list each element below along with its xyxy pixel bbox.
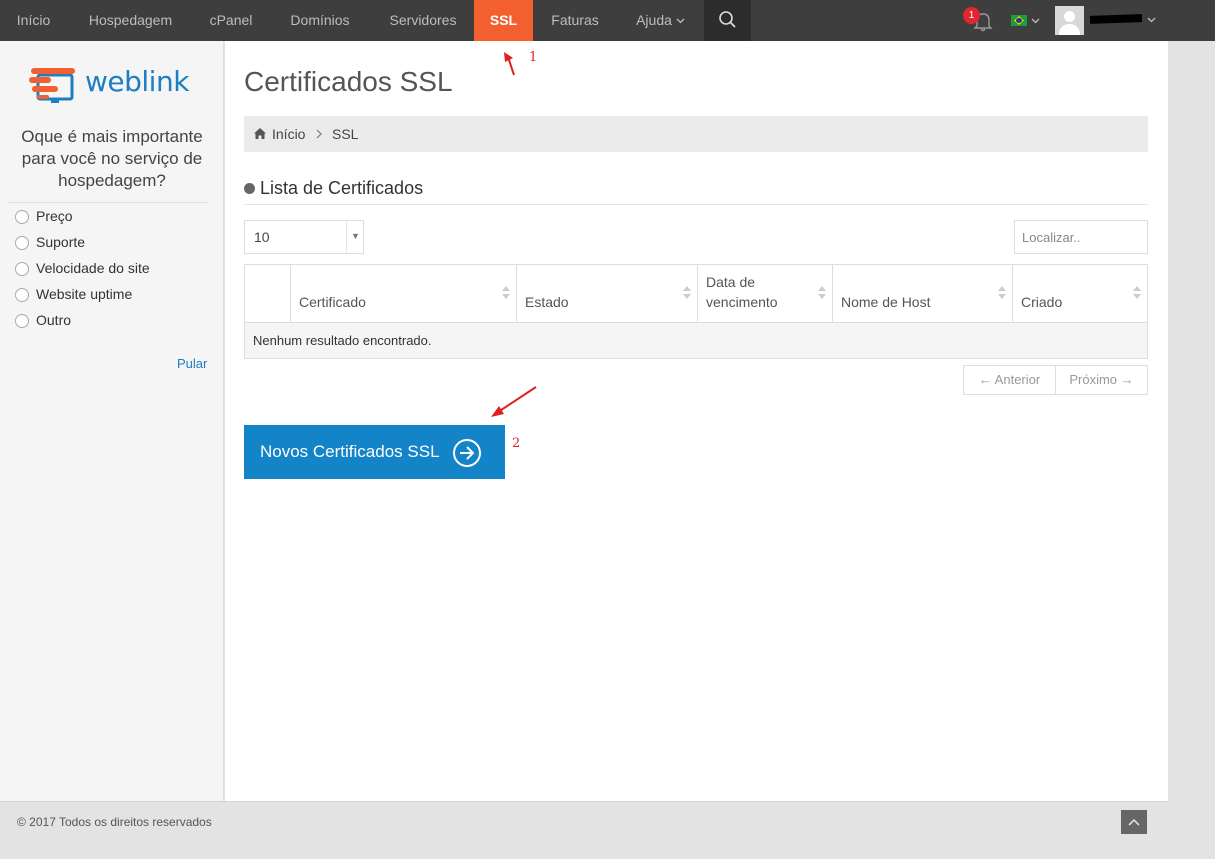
annotation-label-1: 1 xyxy=(529,50,538,65)
radio-button[interactable] xyxy=(15,236,29,250)
search-icon xyxy=(719,11,736,28)
nav-item-dominios[interactable]: Domínios xyxy=(268,0,372,41)
sort-icon xyxy=(998,286,1006,300)
certificates-table: Certificado Estado Data de vencimento No… xyxy=(244,264,1148,359)
empty-message: Nenhum resultado encontrado. xyxy=(253,333,432,348)
column-header-data-vencimento[interactable]: Data de vencimento xyxy=(698,265,833,322)
brazil-flag-icon[interactable] xyxy=(1011,15,1027,26)
chevron-down-icon[interactable] xyxy=(1147,17,1156,23)
table-row: Nenhum resultado encontrado. xyxy=(245,323,1147,358)
nav-item-ajuda[interactable]: Ajuda xyxy=(617,0,704,41)
breadcrumb-current: SSL xyxy=(332,126,359,142)
radio-button[interactable] xyxy=(15,314,29,328)
weblink-logo[interactable]: weblink xyxy=(29,65,199,105)
logo-text: weblink xyxy=(85,65,189,98)
nav-search-button[interactable] xyxy=(704,0,751,41)
footer: © 2017 Todos os direitos reservados xyxy=(0,801,1168,859)
chevron-up-icon xyxy=(1128,818,1140,826)
main-content: Certificados SSL Início SSL Lista de Cer… xyxy=(225,41,1168,801)
arrow-circle-right-icon xyxy=(453,439,481,467)
breadcrumb-home-link[interactable]: Início xyxy=(272,126,305,142)
logo-mark-icon xyxy=(29,68,75,103)
sidebar: weblink Oque é mais importante para você… xyxy=(0,41,224,801)
home-icon xyxy=(254,128,266,139)
back-to-top-button[interactable] xyxy=(1121,810,1147,834)
column-header-criado[interactable]: Criado xyxy=(1013,265,1147,322)
new-ssl-certificates-button[interactable]: Novos Certificados SSL xyxy=(244,425,505,479)
annotation-label-2: 2 xyxy=(512,436,521,451)
page-title: Certificados SSL xyxy=(244,66,453,97)
nav-item-ajuda-label: Ajuda xyxy=(636,12,672,28)
sort-icon xyxy=(683,286,691,300)
radio-button[interactable] xyxy=(15,262,29,276)
chevron-down-icon xyxy=(1031,18,1040,24)
username-redacted xyxy=(1089,14,1143,24)
divider xyxy=(8,202,208,203)
page-size-value: 10 xyxy=(254,229,270,245)
page-size-select[interactable]: 10 ▼ xyxy=(244,220,364,254)
breadcrumb: Início SSL xyxy=(244,116,1148,152)
section-title: Lista de Certificados xyxy=(260,178,424,198)
copyright-text: © 2017 Todos os direitos reservados xyxy=(17,815,212,829)
radio-button[interactable] xyxy=(15,210,29,224)
column-header-certificado[interactable]: Certificado xyxy=(291,265,517,322)
poll-question: Oque é mais importante para você no serv… xyxy=(21,127,203,190)
search-input[interactable] xyxy=(1014,220,1148,254)
pagination-prev-button[interactable]: ← Anterior xyxy=(963,365,1056,395)
sort-icon xyxy=(502,286,510,300)
nav-item-faturas[interactable]: Faturas xyxy=(533,0,617,41)
globe-icon xyxy=(244,183,255,194)
table-header-select xyxy=(245,265,291,322)
divider xyxy=(244,204,1148,205)
nav-item-ssl[interactable]: SSL xyxy=(474,0,533,47)
nav-item-servidores[interactable]: Servidores xyxy=(372,0,474,41)
caret-down-icon: ▼ xyxy=(346,221,364,253)
nav-item-cpanel[interactable]: cPanel xyxy=(194,0,268,41)
new-ssl-certificates-label: Novos Certificados SSL xyxy=(260,442,440,461)
chevron-right-icon xyxy=(316,129,322,139)
pagination-next-button[interactable]: Próximo → xyxy=(1055,365,1148,395)
column-header-estado[interactable]: Estado xyxy=(517,265,698,322)
skip-link[interactable]: Pular xyxy=(177,356,207,371)
nav-item-hospedagem[interactable]: Hospedagem xyxy=(67,0,194,41)
chevron-down-icon xyxy=(676,18,685,24)
avatar[interactable] xyxy=(1055,6,1084,35)
sort-icon xyxy=(1133,286,1141,300)
nav-item-inicio[interactable]: Início xyxy=(0,0,67,41)
column-header-nome-host[interactable]: Nome de Host xyxy=(833,265,1013,322)
top-navbar: Início Hospedagem cPanel Domínios Servid… xyxy=(0,0,1215,47)
notification-badge: 1 xyxy=(963,7,980,24)
radio-button[interactable] xyxy=(15,288,29,302)
sort-icon xyxy=(818,286,826,300)
